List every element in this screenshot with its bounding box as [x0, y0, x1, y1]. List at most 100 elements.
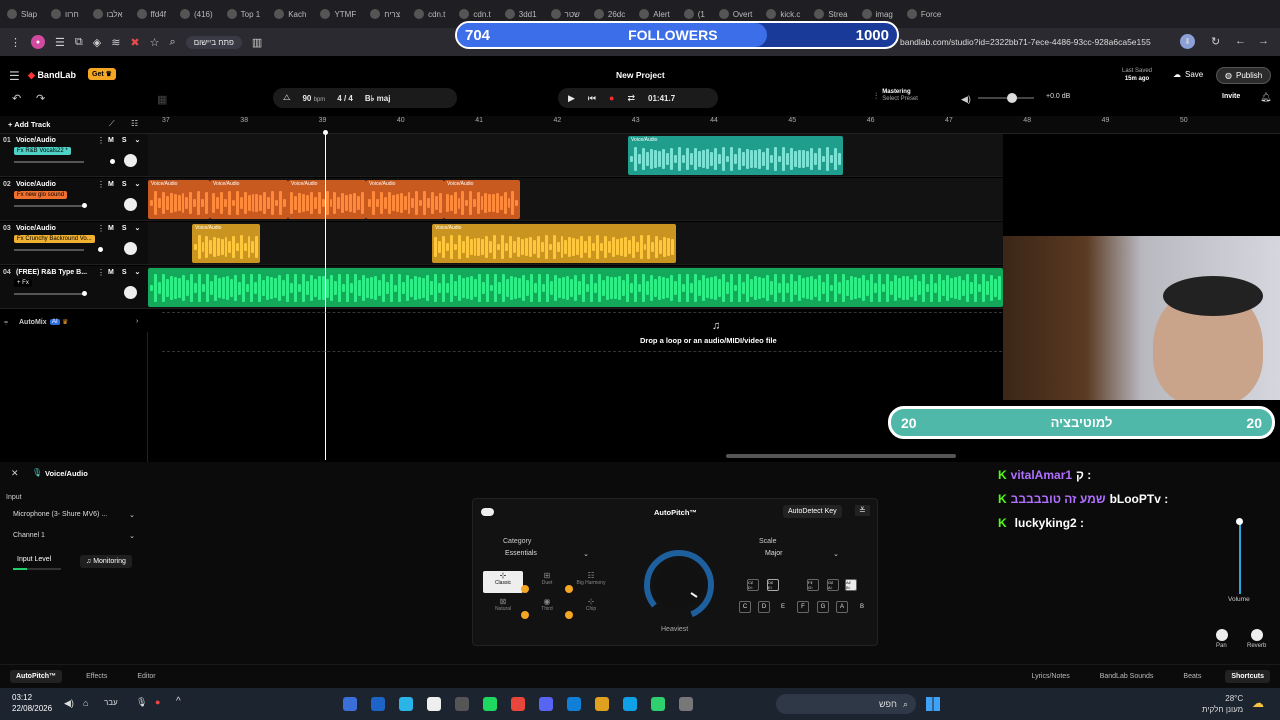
bottom-right-tab-0[interactable]: Lyrics/Notes	[1025, 670, 1075, 683]
browser-tab[interactable]: Force	[900, 0, 948, 28]
chevron-down-icon[interactable]: ⌄	[135, 269, 141, 276]
browser-tab[interactable]: ffd4f	[130, 0, 173, 28]
drop-zone[interactable]	[162, 312, 1002, 352]
taskbar-app-icon-10[interactable]	[623, 697, 637, 711]
key-natural-button[interactable]: E	[777, 601, 789, 613]
key-natural-button[interactable]: C	[739, 601, 751, 613]
bottom-right-tab-1[interactable]: BandLab Sounds	[1094, 670, 1160, 683]
search-icon[interactable]: ⌕	[170, 36, 176, 49]
track-volume-slider[interactable]	[14, 247, 103, 252]
slider-handle[interactable]	[98, 247, 103, 252]
track-volume-slider[interactable]	[14, 203, 87, 208]
taskbar-app-icon-0[interactable]	[343, 697, 357, 711]
close-icon[interactable]: ✕	[11, 468, 19, 479]
slider-handle[interactable]	[110, 159, 115, 164]
copy-icon[interactable]: ⧉	[75, 36, 83, 49]
bottom-right-tab-3[interactable]: Shortcuts	[1225, 670, 1270, 683]
browser-tab[interactable]: צריח	[363, 0, 407, 28]
key-sharp-button[interactable]: D♯ E♭	[767, 579, 779, 591]
track-fx-badge[interactable]: Fx Crunchy Backround Vo...	[14, 235, 95, 243]
browser-tab[interactable]: YTMF	[313, 0, 363, 28]
scale-select[interactable]: Major ⌄	[765, 550, 839, 558]
timeline-ruler[interactable]: 37 38 39 40 41 42 43 44 45 46 47 48 49 50	[148, 116, 1280, 134]
tempo-value[interactable]: 90 bpm	[302, 94, 325, 103]
star-icon[interactable]: ☆	[150, 36, 160, 49]
wand-icon[interactable]: ⟋	[109, 119, 115, 129]
extensions-icon[interactable]: ☰	[55, 36, 65, 49]
track-name[interactable]: Voice/Audio	[16, 137, 56, 144]
mute-button[interactable]: M	[108, 137, 114, 144]
pan-knob[interactable]	[1216, 629, 1228, 641]
pitch-option-0[interactable]: ⊹ Classic	[483, 571, 523, 593]
key-natural-button[interactable]: G	[817, 601, 829, 613]
track-menu-icon[interactable]: ⋮	[97, 224, 105, 233]
url-text[interactable]: bandlab.com/studio?id=2322bb71-7ece-4486…	[900, 37, 1151, 47]
track-fx-badge[interactable]: + Fx	[14, 279, 32, 287]
speaker-tray-icon[interactable]: ◀)	[64, 698, 74, 709]
volume-slider-knob[interactable]	[1236, 518, 1243, 525]
monitoring-button[interactable]: ♫ Monitoring	[80, 555, 132, 568]
audio-clip[interactable]: Voice/Audio	[192, 224, 260, 263]
pitch-option-1[interactable]: ⊞ Duet	[527, 571, 567, 593]
key-sharp-button[interactable]: C♯ D♭	[747, 579, 759, 591]
track-lane[interactable]	[148, 266, 1003, 309]
forward-icon[interactable]: →	[1258, 35, 1269, 47]
mastering-select[interactable]: ⫶ Mastering Select Preset	[875, 89, 918, 103]
chevron-down-icon[interactable]: ⌄	[135, 137, 141, 144]
key-natural-button[interactable]: B	[856, 601, 868, 613]
track-header[interactable]: 04 (FREE) R&B Type B... + Fx M S ⌄ ⋮	[0, 266, 148, 309]
open-in-app-button[interactable]: פתח ביישום	[185, 35, 242, 49]
bolt-icon[interactable]: ✖	[130, 36, 139, 49]
taskbar-search[interactable]: חפש ⌕	[776, 694, 916, 714]
track-volume-slider[interactable]	[14, 159, 115, 164]
rewind-icon[interactable]: ⏮	[588, 93, 596, 104]
track-fx-badge[interactable]: Fx new glo sound	[14, 191, 68, 199]
key-natural-button[interactable]: A	[836, 601, 848, 613]
windows-start-icon[interactable]	[926, 697, 940, 711]
audio-clip[interactable]: Voice/Audio	[444, 180, 520, 219]
audio-clip[interactable]: Voice/Audio	[432, 224, 676, 263]
bell-icon[interactable]: 🔔︎	[1260, 92, 1271, 103]
save-button[interactable]: ☁ Save	[1165, 67, 1211, 82]
chevron-down-icon[interactable]: ⌄	[135, 225, 141, 232]
mute-button[interactable]: M	[108, 181, 114, 188]
grid-icon[interactable]: ▦	[157, 93, 167, 106]
browser-tab[interactable]: Slap	[0, 0, 44, 28]
track-lane[interactable]: Voice/Audio Voice/Audio	[148, 222, 1003, 265]
track-header[interactable]: 01 Voice/Audio Fx R&B Vocals22 * M S ⌄ ⋮	[0, 134, 148, 177]
key-natural-button[interactable]: F	[797, 601, 809, 613]
clock[interactable]: 03:12 22/08/2026	[12, 692, 52, 714]
reader-icon[interactable]: ▥	[252, 36, 262, 49]
slider-handle[interactable]	[82, 203, 87, 208]
track-fx-badge[interactable]: Fx R&B Vocals22 *	[14, 147, 71, 155]
track-name[interactable]: Voice/Audio	[16, 181, 56, 188]
mic-tray-icon[interactable]: 🎙︎	[136, 697, 147, 708]
volume-knob[interactable]	[1007, 93, 1017, 103]
account-icon[interactable]: ⬇	[1180, 34, 1195, 49]
audio-clip[interactable]: Voice/Audio	[148, 180, 210, 219]
audio-clip[interactable]: Voice/Audio	[366, 180, 444, 219]
master-volume-slider[interactable]	[978, 93, 1034, 103]
solo-button[interactable]: S	[122, 269, 127, 276]
automix-row[interactable]: ⩦ AutoMix AI ♛ ›	[0, 316, 148, 332]
track-pan-knob[interactable]	[124, 242, 137, 255]
chevron-down-icon[interactable]: ⌄	[135, 181, 141, 188]
taskbar-app-icon-7[interactable]	[539, 697, 553, 711]
add-track-button[interactable]: + Add Track	[8, 120, 50, 129]
audio-clip[interactable]: Voice/Audio	[288, 180, 366, 219]
menu-dots-icon[interactable]: ⋮	[10, 36, 21, 49]
timeline-scrollbar[interactable]	[726, 454, 956, 458]
taskbar-app-icon-6[interactable]	[511, 697, 525, 711]
browser-tab[interactable]: אלבו	[86, 0, 130, 28]
taskbar-app-icon-12[interactable]	[679, 697, 693, 711]
undo-icon[interactable]: ↶	[12, 92, 21, 105]
mute-button[interactable]: M	[108, 225, 114, 232]
tray-expand-icon[interactable]: ^	[176, 696, 181, 707]
track-pan-knob[interactable]	[124, 198, 137, 211]
shield-icon[interactable]: ◈	[93, 36, 101, 49]
pitch-option-2[interactable]: ☷ Big Harmony	[571, 571, 611, 593]
track-pan-knob[interactable]	[124, 286, 137, 299]
publish-button[interactable]: ◍ Publish	[1216, 67, 1272, 84]
record-tray-icon[interactable]: ●	[155, 697, 160, 707]
bottom-tab-0[interactable]: AutoPitch™	[10, 670, 63, 683]
